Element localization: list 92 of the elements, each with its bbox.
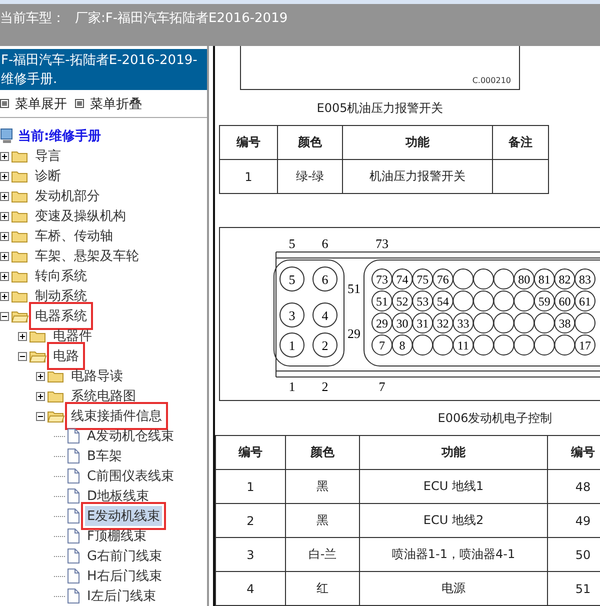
tree-item[interactable]: 车桥、传动轴	[33, 226, 115, 246]
computer-icon	[0, 128, 14, 144]
column-header: 功能	[360, 436, 548, 470]
document-icon	[67, 568, 80, 584]
folder-icon	[11, 269, 29, 283]
manual-title: F-福田汽车-拓陆者E-2016-2019- 维修手册.	[0, 49, 207, 90]
menu-button[interactable]: 菜单折叠	[75, 95, 142, 112]
expand-icon[interactable]	[36, 392, 45, 400]
table-cell: 喷油器1-1，喷油器4-1	[360, 538, 548, 572]
document-icon	[67, 508, 80, 524]
table-cell: 黑	[286, 504, 360, 538]
column-header: 编号	[548, 436, 600, 470]
tree-item[interactable]: 电器件	[51, 326, 94, 346]
vehicle-name: 厂家:F-福田汽车拓陆者E2016-2019	[75, 10, 288, 27]
document-icon	[67, 428, 80, 444]
document-icon	[67, 448, 80, 464]
collapse-icon[interactable]	[36, 412, 45, 420]
tree-item[interactable]: D地板线束	[85, 486, 152, 506]
column-header: 功能	[342, 126, 492, 160]
tree-item[interactable]: 导言	[33, 146, 63, 166]
table-cell: 机油压力报警开关	[342, 160, 492, 194]
menu-icon	[75, 99, 84, 108]
tree-item[interactable]: 转向系统	[33, 266, 89, 286]
table-cell: 4	[216, 572, 286, 606]
tree-item[interactable]: B车架	[85, 446, 124, 466]
table-cell: 白-兰	[286, 538, 360, 572]
figure-code: C.000210	[472, 76, 511, 86]
open-folder-icon	[11, 309, 29, 323]
folder-icon	[11, 249, 29, 263]
folder-icon	[11, 289, 29, 303]
document-icon	[67, 488, 80, 504]
expand-icon[interactable]	[18, 332, 27, 340]
column-header: 颜色	[278, 126, 342, 160]
model-label: 当前车型：	[0, 10, 65, 27]
tree-item[interactable]: C前围仪表线束	[85, 466, 176, 486]
expand-icon[interactable]	[0, 252, 9, 260]
column-header: 颜色	[286, 436, 360, 470]
table-cell: 3	[216, 538, 286, 572]
tree-root[interactable]: 当前:维修手册	[18, 127, 102, 145]
document-icon	[67, 548, 80, 564]
expand-icon[interactable]	[0, 292, 9, 300]
table-cell: ECU 地线1	[360, 470, 548, 504]
tree-item[interactable]: 系统电路图	[69, 386, 138, 406]
expand-icon[interactable]	[0, 172, 9, 180]
table-cell: 绿-绿	[278, 160, 342, 194]
folder-icon	[11, 209, 29, 223]
expand-icon[interactable]	[36, 372, 45, 380]
table-cell: 电源	[360, 572, 548, 606]
open-folder-icon	[29, 349, 47, 363]
menu-button[interactable]: 菜单展开	[0, 95, 67, 112]
column-header: 编号	[216, 436, 286, 470]
table-cell: 1	[216, 470, 286, 504]
menu-icon	[0, 99, 9, 108]
tree-item[interactable]: 车架、悬架及车轮	[33, 246, 141, 266]
folder-icon	[47, 369, 65, 383]
table-caption: E006发动机电子控制	[436, 410, 554, 427]
tree-item[interactable]: 诊断	[33, 166, 63, 186]
expand-icon[interactable]	[0, 212, 9, 220]
column-header: 备注	[492, 126, 548, 160]
expand-icon[interactable]	[0, 272, 9, 280]
column-header: 编号	[220, 126, 278, 160]
folder-icon	[11, 149, 29, 163]
expand-icon[interactable]	[0, 152, 9, 160]
table-cell: 2	[216, 504, 286, 538]
tree-item[interactable]: G右前门线束	[85, 546, 164, 566]
expand-icon[interactable]	[0, 192, 9, 200]
folder-icon	[29, 329, 47, 343]
table-cell: 1	[220, 160, 278, 194]
table-cell: 黑	[286, 470, 360, 504]
table-caption: E005机油压力报警开关	[316, 100, 444, 118]
folder-icon	[11, 229, 29, 243]
folder-icon	[11, 169, 29, 183]
tree-item[interactable]: F顶棚线束	[85, 526, 148, 546]
tree-item[interactable]: I左后门线束	[85, 586, 158, 606]
tree-item[interactable]: 变速及操纵机构	[33, 206, 128, 226]
collapse-icon[interactable]	[0, 312, 9, 320]
table-cell: ECU 地线2	[360, 504, 548, 538]
tree-item[interactable]: 发动机部分	[33, 186, 102, 206]
document-icon	[67, 468, 80, 484]
tree-item[interactable]: H右后门线束	[85, 566, 164, 586]
document-icon	[67, 528, 80, 544]
tree-item[interactable]: E发动机线束	[85, 506, 162, 526]
tree-item[interactable]: A发动机仓线束	[85, 426, 176, 446]
folder-icon	[11, 189, 29, 203]
expand-icon[interactable]	[0, 232, 9, 240]
open-folder-icon	[47, 409, 65, 423]
folder-icon	[47, 389, 65, 403]
tree-item[interactable]: 制动系统	[33, 286, 89, 306]
collapse-icon[interactable]	[18, 352, 27, 360]
connector-drawing: 5 6 1 2 5 6 3 4 1 2 73 51 29 7 73 74 75 76 80 81 82 83 51 52 53 54 59 60 61 29 30 31 32 33 38 7 8 11 17	[220, 228, 600, 400]
tree-item[interactable]: 电路导读	[69, 366, 125, 386]
table-cell: 红	[286, 572, 360, 606]
